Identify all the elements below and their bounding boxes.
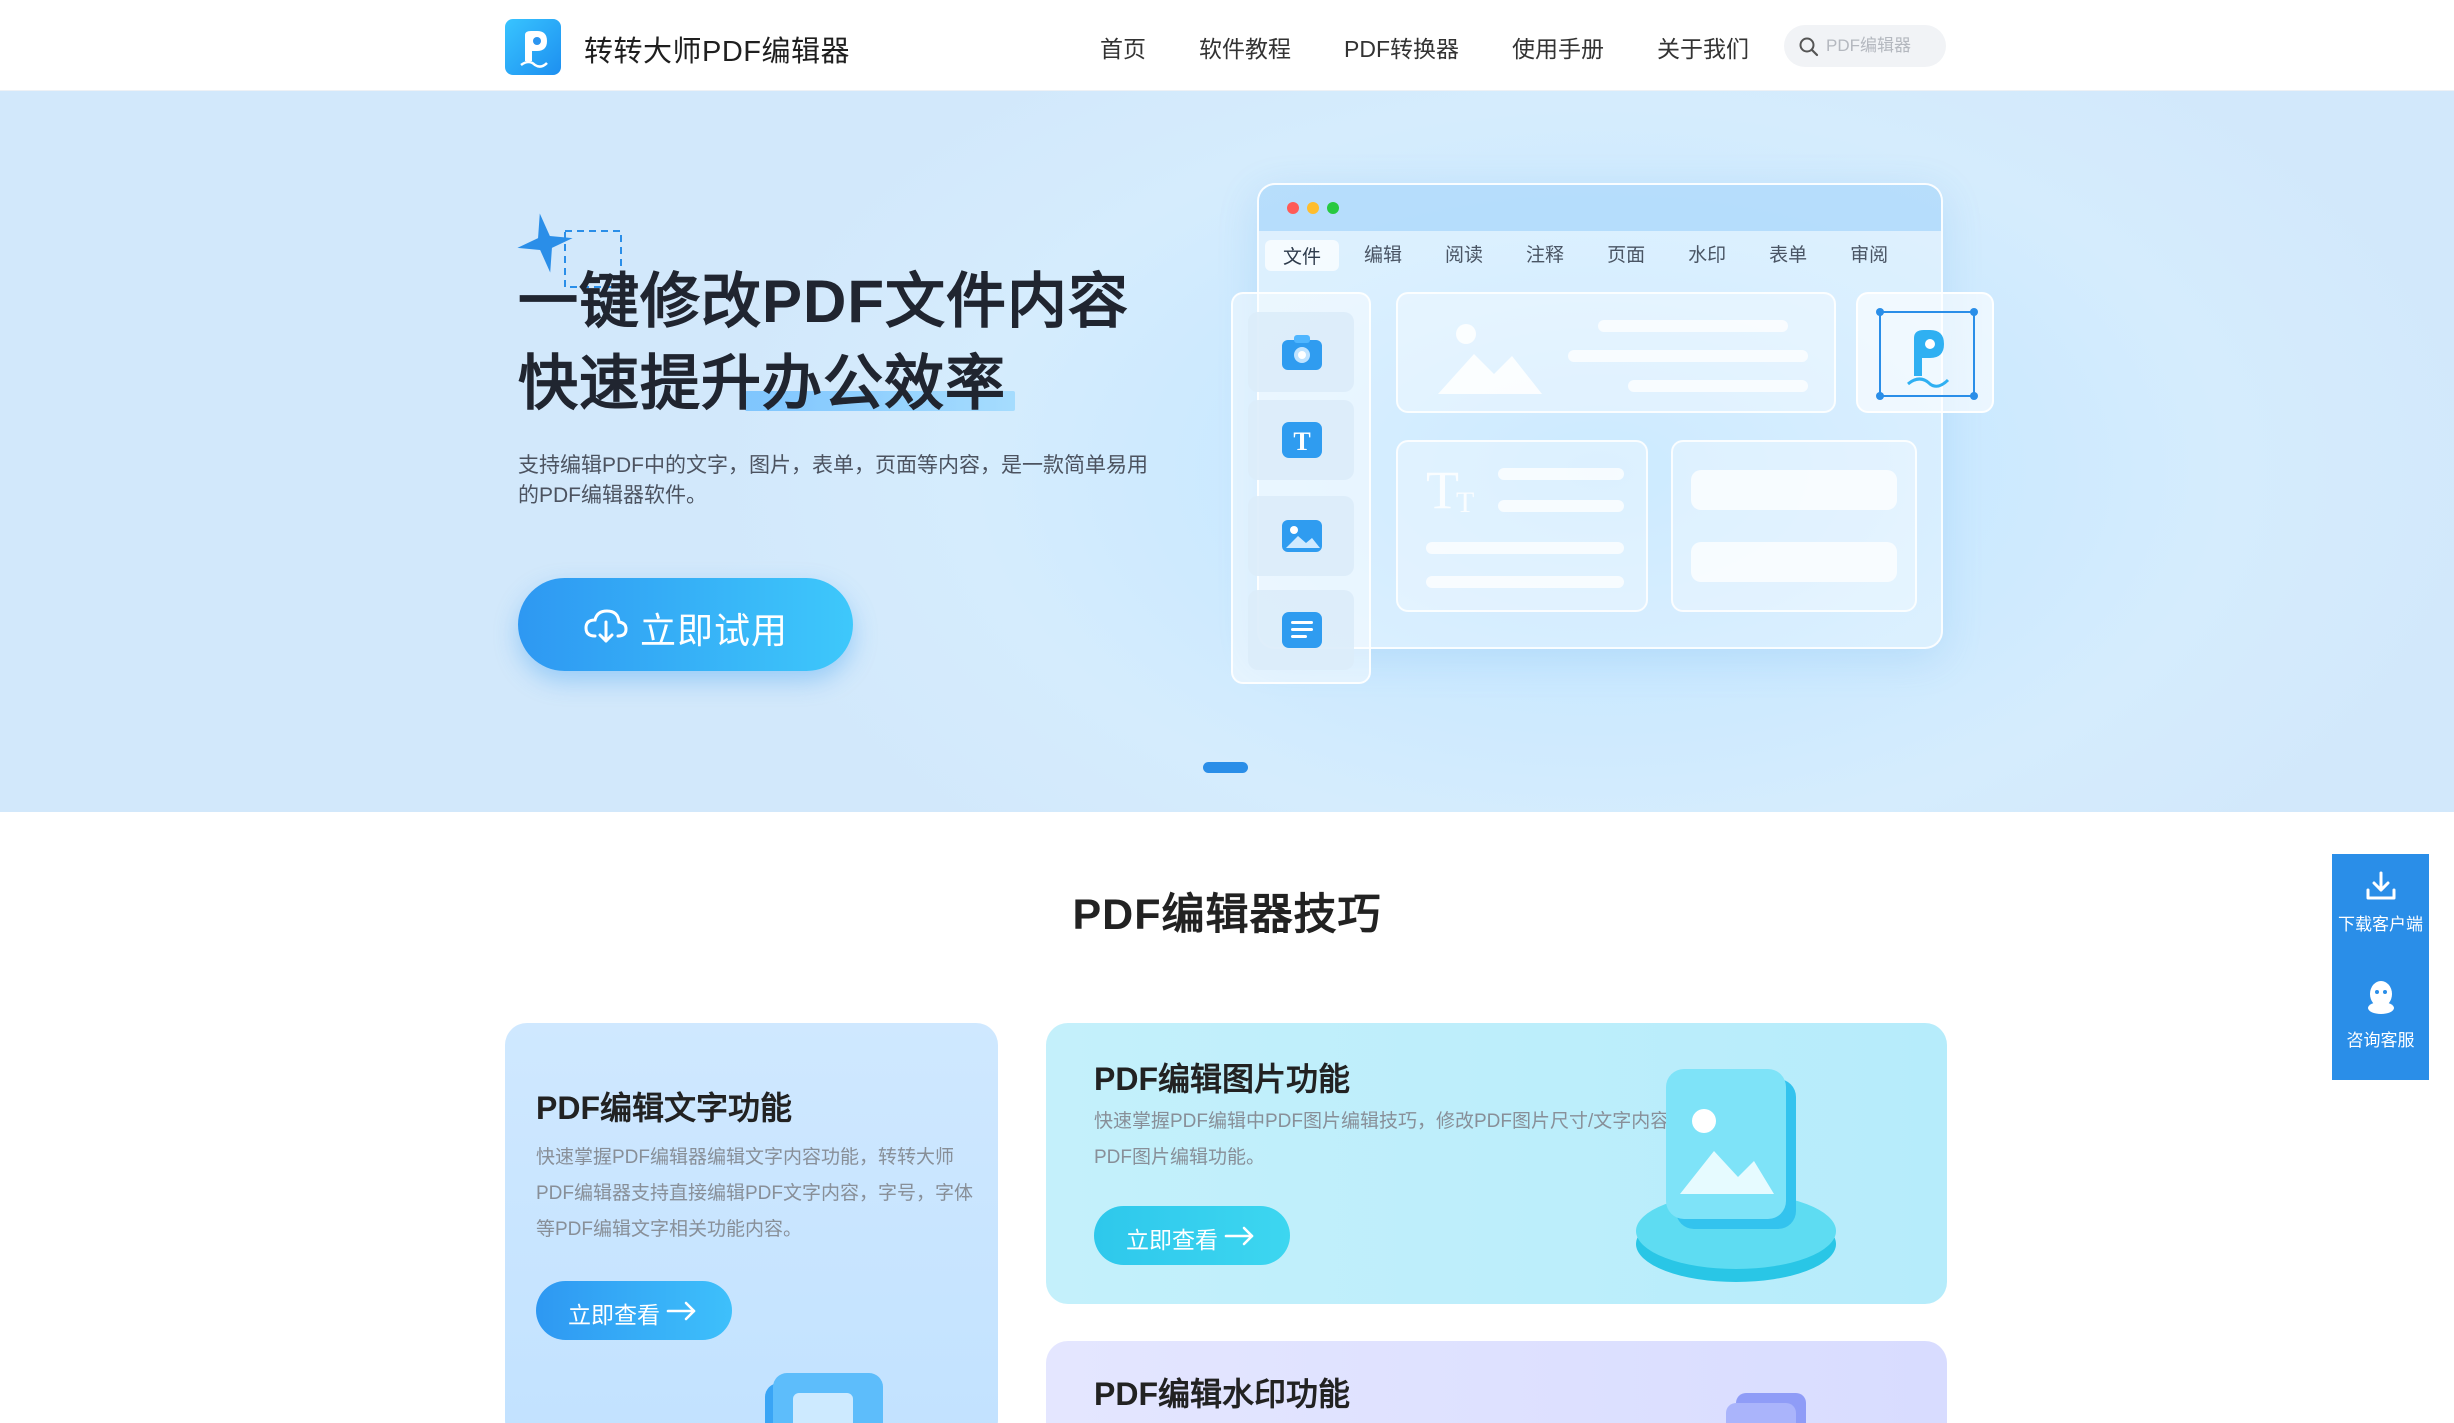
illustration-tab: 编辑 <box>1364 245 1403 266</box>
try-now-label: 立即试用 <box>640 610 789 651</box>
illustration-tab: 页面 <box>1607 245 1646 266</box>
nav-link-manual[interactable]: 使用手册 <box>1512 30 1604 64</box>
cloud-download-icon <box>584 609 628 643</box>
tip-card-text-edit[interactable]: PDF编辑文字功能 快速掌握PDF编辑器编辑文字内容功能，转转大师PDF编辑器支… <box>505 1023 998 1423</box>
download-client-button[interactable]: 下载客户端 <box>2332 854 2429 964</box>
placeholder-line <box>1568 350 1808 362</box>
camera-icon <box>1282 335 1322 370</box>
hero-title-line1: 一键修改PDF文件内容 <box>518 268 1129 335</box>
brand-logo-icon[interactable] <box>505 19 561 75</box>
hero-description: 支持编辑PDF中的文字，图片，表单，页面等内容，是一款简单易用的PDF编辑器软件… <box>518 454 1148 507</box>
list-icon <box>1282 612 1322 648</box>
view-now-button[interactable]: 立即查看 <box>1094 1206 1290 1265</box>
svg-text:T: T <box>1426 460 1459 520</box>
customer-support-button[interactable]: 咨询客服 <box>2332 970 2429 1080</box>
carousel-indicator[interactable] <box>1203 762 1248 773</box>
qq-penguin-icon <box>2368 981 2394 1014</box>
illustration-tab: 水印 <box>1688 245 1727 266</box>
illustration-image-block <box>1396 292 1836 413</box>
arrow-right-icon <box>1224 1226 1254 1246</box>
illustration-tab: 阅读 <box>1445 245 1484 266</box>
nav-link-tutorials[interactable]: 软件教程 <box>1199 30 1291 64</box>
illustration-form-block <box>1671 440 1917 612</box>
hero-banner: 一键修改PDF文件内容 快速提升办公效率 支持编辑PDF中的文字，图片，表单，页… <box>0 91 2454 812</box>
svg-text:T: T <box>1293 427 1310 456</box>
image-3d-icon <box>1636 1069 1836 1282</box>
illustration-tool-panel: T <box>1231 292 1371 684</box>
illustration-tab: 审阅 <box>1850 245 1889 266</box>
hero-title-line2: 快速提升办公效率 <box>518 350 1006 417</box>
placeholder-field <box>1691 542 1897 582</box>
tip-card-title: PDF编辑水印功能 <box>1094 1376 1351 1412</box>
placeholder-field <box>1691 470 1897 510</box>
illustration-tab: 文件 <box>1265 240 1340 271</box>
list-tool-tile <box>1248 590 1354 670</box>
customer-support-label: 咨询客服 <box>2346 1031 2415 1050</box>
brand-name[interactable]: 转转大师PDF编辑器 <box>584 28 850 70</box>
illustration-logo-block <box>1856 292 1994 413</box>
tip-card-description: 快速掌握PDF编辑中PDF图片编辑技巧，修改PDF图片尺寸/文字内容等PDF图片… <box>1094 1111 1689 1168</box>
placeholder-line <box>1498 500 1624 512</box>
illustration-tab: 注释 <box>1526 245 1565 266</box>
tip-card-image-edit[interactable]: PDF编辑图片功能 快速掌握PDF编辑中PDF图片编辑技巧，修改PDF图片尺寸/… <box>1046 1023 1947 1304</box>
svg-text:T: T <box>1456 486 1474 519</box>
placeholder-line <box>1426 576 1624 588</box>
nav-link-about[interactable]: 关于我们 <box>1657 30 1749 64</box>
camera-tool-tile <box>1248 312 1354 392</box>
pdf-pen-logo-icon <box>1876 308 1978 400</box>
image-tool-tile <box>1248 496 1354 576</box>
view-now-label: 立即查看 <box>568 1302 660 1328</box>
try-now-button[interactable]: 立即试用 <box>518 578 853 671</box>
window-dot-red <box>1287 202 1299 214</box>
arrow-right-icon <box>666 1301 696 1321</box>
text-tool-tile: T <box>1248 400 1354 480</box>
font-size-icon: T T <box>1426 460 1474 520</box>
floating-service-bar: 下载客户端 咨询客服 <box>2332 854 2429 1080</box>
nav-link-pdf-converter[interactable]: PDF转换器 <box>1344 30 1459 64</box>
tip-card-title: PDF编辑图片功能 <box>1094 1061 1351 1097</box>
hero-title: 一键修改PDF文件内容 快速提升办公效率 <box>518 261 1129 425</box>
mountain-image-icon <box>1438 324 1542 394</box>
main-menu: 首页 软件教程 PDF转换器 使用手册 关于我们 <box>1100 30 1802 64</box>
placeholder-line <box>1628 380 1808 392</box>
search-box[interactable] <box>1784 25 1946 67</box>
tip-card-title: PDF编辑文字功能 <box>536 1090 793 1126</box>
illustration-titlebar <box>1259 185 1941 231</box>
nav-link-home[interactable]: 首页 <box>1100 30 1146 64</box>
placeholder-line <box>1598 320 1788 332</box>
illustration-tab: 表单 <box>1769 245 1808 266</box>
illustration-text-block: T T <box>1396 440 1648 612</box>
download-icon <box>2366 871 2396 900</box>
tip-card-watermark[interactable]: PDF编辑水印功能 <box>1046 1341 1947 1423</box>
search-input[interactable] <box>1826 34 1936 58</box>
window-dot-green <box>1327 202 1339 214</box>
search-icon[interactable] <box>1798 36 1820 58</box>
view-now-button[interactable]: 立即查看 <box>536 1281 732 1340</box>
view-now-label: 立即查看 <box>1126 1227 1218 1253</box>
text-tool-icon: T <box>1282 422 1322 458</box>
window-dot-yellow <box>1307 202 1319 214</box>
download-client-label: 下载客户端 <box>2338 915 2423 934</box>
top-navigation: 转转大师PDF编辑器 首页 软件教程 PDF转换器 使用手册 关于我们 <box>0 0 2454 91</box>
text-document-3d-icon <box>765 1373 883 1423</box>
placeholder-line <box>1498 468 1624 480</box>
tips-section-title: PDF编辑器技巧 <box>1072 891 1382 939</box>
watermark-3d-icon <box>1726 1393 1806 1423</box>
illustration-tabs: 文件 编辑 阅读 注释 页面 水印 表单 审阅 <box>1265 240 1931 271</box>
image-icon <box>1282 520 1322 552</box>
tip-card-description: 快速掌握PDF编辑器编辑文字内容功能，转转大师PDF编辑器支持直接编辑PDF文字… <box>536 1147 974 1240</box>
placeholder-line <box>1426 542 1624 554</box>
